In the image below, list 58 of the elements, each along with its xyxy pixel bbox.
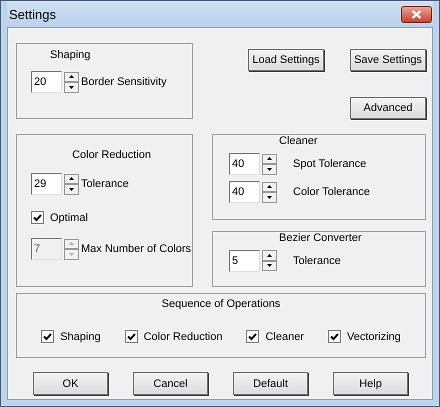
dialog-button[interactable]: Cancel bbox=[133, 372, 208, 395]
down-arrow-icon bbox=[267, 196, 272, 199]
spin-up-button[interactable] bbox=[64, 72, 79, 82]
down-arrow-icon bbox=[69, 252, 74, 256]
checkbox-label: Cleaner bbox=[265, 330, 304, 342]
checkbox-label: Optimal bbox=[50, 212, 88, 224]
group-title: Cleaner bbox=[279, 135, 318, 147]
settings-button[interactable]: Advanced bbox=[350, 97, 426, 119]
close-icon bbox=[411, 10, 422, 18]
checkbox[interactable] bbox=[124, 330, 138, 343]
checkbox[interactable] bbox=[328, 330, 341, 343]
up-arrow-icon bbox=[69, 75, 74, 78]
checkbox-label: Vectorizing bbox=[346, 330, 401, 342]
down-arrow-icon bbox=[267, 168, 272, 171]
spinner-label: Tolerance bbox=[81, 178, 129, 190]
down-arrow-icon bbox=[267, 264, 272, 268]
spin-down-button[interactable] bbox=[262, 260, 277, 271]
checkbox[interactable] bbox=[41, 330, 54, 343]
checkbox-label: Shaping bbox=[60, 330, 101, 342]
spinner-label: Spot Tolerance bbox=[293, 158, 366, 170]
checkbox[interactable] bbox=[246, 330, 260, 343]
spin-up-button[interactable] bbox=[64, 174, 79, 184]
group-title: Color Reduction bbox=[72, 149, 151, 161]
settings-button[interactable]: Load Settings bbox=[248, 49, 324, 71]
spinner-label: Max Number of Colors bbox=[81, 243, 192, 255]
spin-up-button[interactable] bbox=[262, 182, 277, 192]
settings-button[interactable]: Save Settings bbox=[350, 49, 426, 71]
number-field[interactable]: 20 bbox=[31, 71, 62, 93]
spin-down-button[interactable] bbox=[64, 82, 79, 92]
number-field[interactable]: 40 bbox=[229, 181, 260, 203]
dialog-button[interactable]: Default bbox=[233, 372, 308, 395]
dialog-button[interactable]: Help bbox=[333, 372, 408, 395]
number-field[interactable]: 29 bbox=[31, 173, 62, 195]
spin-up-button[interactable] bbox=[262, 154, 277, 164]
number-field[interactable]: 40 bbox=[229, 153, 260, 175]
group-title: Sequence of Operations bbox=[162, 298, 280, 310]
up-arrow-icon bbox=[267, 157, 272, 160]
group-title: Bezier Converter bbox=[279, 232, 362, 244]
spin-down-button[interactable] bbox=[64, 184, 79, 194]
checkbox-label: Color Reduction bbox=[144, 330, 222, 342]
checkbox[interactable] bbox=[31, 211, 44, 224]
dialog-button[interactable]: OK bbox=[33, 372, 108, 395]
spin-down-button[interactable] bbox=[262, 164, 277, 174]
spinner-label: Border Sensitivity bbox=[81, 76, 167, 88]
spin-up-button[interactable] bbox=[262, 250, 277, 260]
up-arrow-icon bbox=[69, 177, 74, 180]
spinner-label: Color Tolerance bbox=[293, 186, 370, 198]
down-arrow-icon bbox=[69, 86, 74, 89]
up-arrow-icon bbox=[267, 254, 272, 257]
number-field[interactable]: 5 bbox=[229, 250, 260, 272]
group-title: Shaping bbox=[50, 49, 90, 61]
down-arrow-icon bbox=[69, 188, 74, 191]
window-title: Settings bbox=[8, 6, 56, 22]
close-button[interactable] bbox=[401, 6, 432, 22]
up-arrow-icon bbox=[69, 242, 74, 246]
spin-down-button[interactable] bbox=[262, 192, 277, 202]
up-arrow-icon bbox=[267, 185, 272, 188]
spinner-label: Tolerance bbox=[293, 254, 341, 266]
